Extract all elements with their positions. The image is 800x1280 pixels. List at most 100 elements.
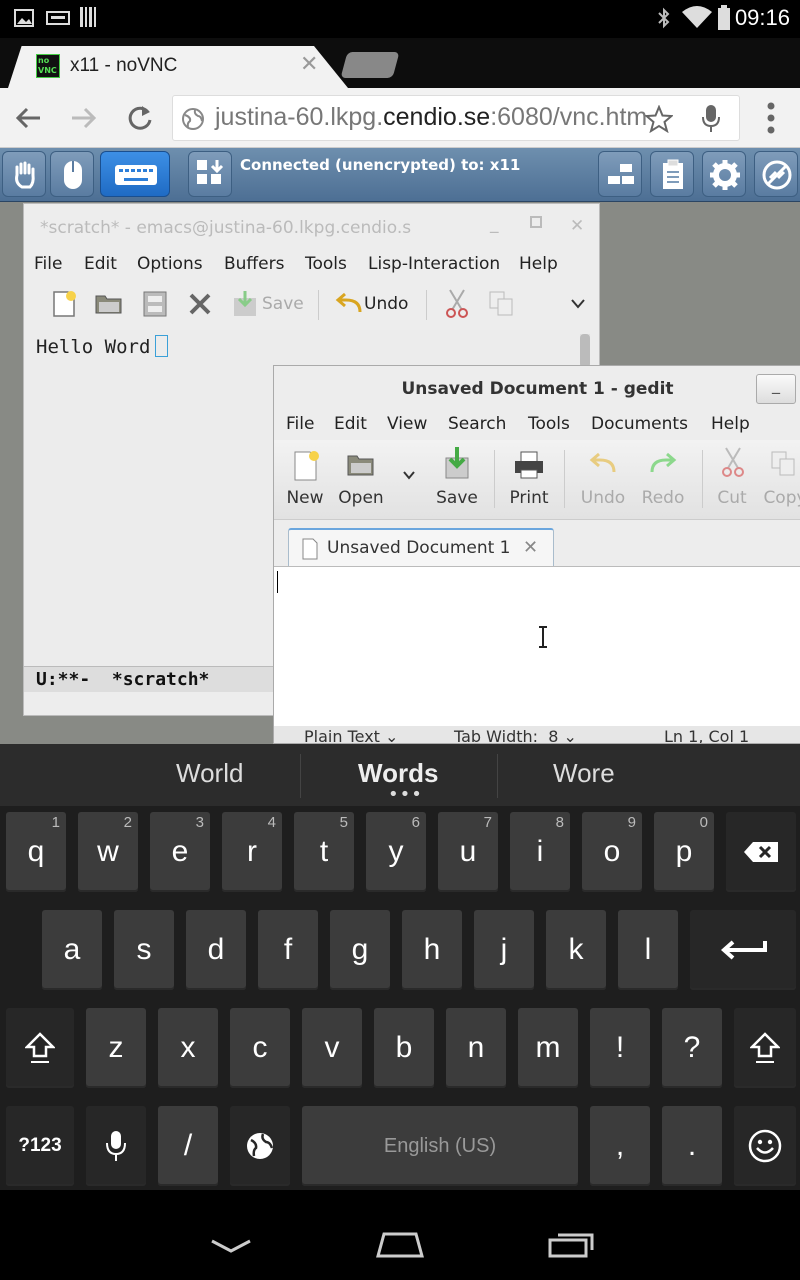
gedit-menu-search[interactable]: Search [448, 414, 506, 434]
key-d[interactable]: d [186, 910, 246, 990]
tab-width-selector[interactable]: Tab Width: 8 ⌄ [454, 727, 577, 743]
gedit-undo-button[interactable]: Undo [574, 440, 632, 520]
key-f[interactable]: f [258, 910, 318, 990]
key-s[interactable]: s [114, 910, 174, 990]
gedit-cut-button[interactable]: Cut [710, 440, 754, 520]
key-h[interactable]: h [402, 910, 462, 990]
key-k[interactable]: k [546, 910, 606, 990]
back-chevron-icon[interactable] [210, 1238, 252, 1254]
keyboard-button[interactable] [100, 151, 170, 197]
chevron-down-icon[interactable] [570, 298, 586, 310]
key-x[interactable]: x [158, 1008, 218, 1088]
key-comma[interactable]: , [590, 1106, 650, 1186]
close-tab-icon[interactable]: ✕ [300, 52, 318, 77]
microphone-icon[interactable] [701, 104, 721, 134]
new-file-icon[interactable] [50, 290, 78, 318]
shift-key-left[interactable] [6, 1008, 74, 1088]
disconnect-button[interactable] [754, 151, 798, 197]
minimize-button[interactable]: _ [756, 374, 796, 404]
gedit-text-area[interactable] [274, 566, 800, 726]
extra-keys-button[interactable] [188, 151, 232, 197]
key-z[interactable]: z [86, 1008, 146, 1088]
key-l[interactable]: l [618, 910, 678, 990]
gedit-save-button[interactable]: Save [428, 440, 486, 520]
document-tab[interactable]: Unsaved Document 1 ✕ [288, 528, 554, 566]
key-u[interactable]: u7 [438, 812, 498, 892]
gedit-menu-view[interactable]: View [387, 414, 427, 434]
key-w[interactable]: w2 [78, 812, 138, 892]
overflow-menu-icon[interactable] [766, 102, 776, 134]
voice-input-key[interactable] [86, 1106, 146, 1186]
kill-buffer-icon[interactable] [188, 292, 212, 316]
emacs-menu-file[interactable]: File [34, 254, 62, 274]
gedit-menu-help[interactable]: Help [711, 414, 750, 434]
language-selector[interactable]: Plain Text ⌄ [304, 727, 398, 743]
key-slash[interactable]: / [158, 1106, 218, 1186]
copy-icon[interactable] [488, 290, 516, 318]
new-tab-button[interactable] [340, 52, 400, 78]
backspace-key[interactable] [726, 812, 796, 892]
undo-icon[interactable] [334, 292, 364, 316]
key-exclamation[interactable]: ! [590, 1008, 650, 1088]
gedit-print-button[interactable]: Print [502, 440, 556, 520]
key-b[interactable]: b [374, 1008, 434, 1088]
key-o[interactable]: o9 [582, 812, 642, 892]
back-arrow-icon[interactable] [14, 105, 42, 131]
enter-key[interactable] [690, 910, 796, 990]
gedit-new-button[interactable]: New [280, 440, 330, 520]
close-icon[interactable]: ✕ [570, 216, 584, 236]
settings-button[interactable] [702, 151, 746, 197]
recent-apps-icon[interactable] [546, 1230, 596, 1258]
key-i[interactable]: i8 [510, 812, 570, 892]
minimize-icon[interactable]: _ [490, 214, 499, 234]
gedit-menu-edit[interactable]: Edit [334, 414, 367, 434]
key-m[interactable]: m [518, 1008, 578, 1088]
shift-key-right[interactable] [734, 1008, 796, 1088]
emacs-menu-lisp-interaction[interactable]: Lisp-Interaction [368, 254, 500, 274]
emacs-menu-options[interactable]: Options [137, 254, 203, 274]
emoji-key[interactable] [734, 1106, 796, 1186]
home-icon[interactable] [374, 1230, 426, 1258]
more-suggestions-icon[interactable]: ••• [388, 784, 423, 805]
bookmark-star-icon[interactable] [645, 105, 673, 133]
language-switch-key[interactable] [230, 1106, 290, 1186]
emacs-titlebar[interactable]: *scratch* - emacs@justina-60.lkpg.cendio… [24, 204, 599, 250]
key-a[interactable]: a [42, 910, 102, 990]
emacs-save-label[interactable]: Save [262, 294, 304, 314]
key-n[interactable]: n [446, 1008, 506, 1088]
save-icon[interactable] [232, 290, 258, 318]
key-j[interactable]: j [474, 910, 534, 990]
dired-icon[interactable] [142, 290, 168, 318]
gedit-copy-button[interactable]: Copy [760, 440, 800, 520]
drag-viewport-button[interactable] [2, 151, 46, 197]
open-folder-icon[interactable] [94, 292, 124, 316]
symbols-key[interactable]: ?123 [6, 1106, 74, 1186]
gedit-open-button[interactable]: Open [334, 440, 388, 520]
key-y[interactable]: y6 [366, 812, 426, 892]
clipboard-button[interactable] [650, 151, 694, 197]
key-period[interactable]: . [662, 1106, 722, 1186]
gedit-menu-file[interactable]: File [286, 414, 314, 434]
reload-icon[interactable] [126, 104, 154, 132]
cut-icon[interactable] [444, 288, 470, 320]
forward-arrow-icon[interactable] [70, 105, 98, 131]
gedit-menu-tools[interactable]: Tools [528, 414, 570, 434]
maximize-icon[interactable] [530, 216, 542, 228]
gedit-redo-button[interactable]: Redo [634, 440, 692, 520]
key-t[interactable]: t5 [294, 812, 354, 892]
emacs-menu-help[interactable]: Help [519, 254, 558, 274]
emacs-menu-tools[interactable]: Tools [305, 254, 347, 274]
emacs-menu-buffers[interactable]: Buffers [224, 254, 284, 274]
key-v[interactable]: v [302, 1008, 362, 1088]
gedit-menu-documents[interactable]: Documents [591, 414, 688, 434]
key-c[interactable]: c [230, 1008, 290, 1088]
key-question[interactable]: ? [662, 1008, 722, 1088]
emacs-undo-label[interactable]: Undo [364, 294, 408, 314]
suggestion-3[interactable]: Wore [553, 758, 615, 789]
gedit-window[interactable]: Unsaved Document 1 - gedit _ File Edit V… [273, 365, 800, 744]
key-p[interactable]: p0 [654, 812, 714, 892]
key-r[interactable]: r4 [222, 812, 282, 892]
send-ctrl-alt-del-button[interactable] [598, 151, 642, 197]
key-g[interactable]: g [330, 910, 390, 990]
mouse-button-toggle[interactable] [50, 151, 94, 197]
